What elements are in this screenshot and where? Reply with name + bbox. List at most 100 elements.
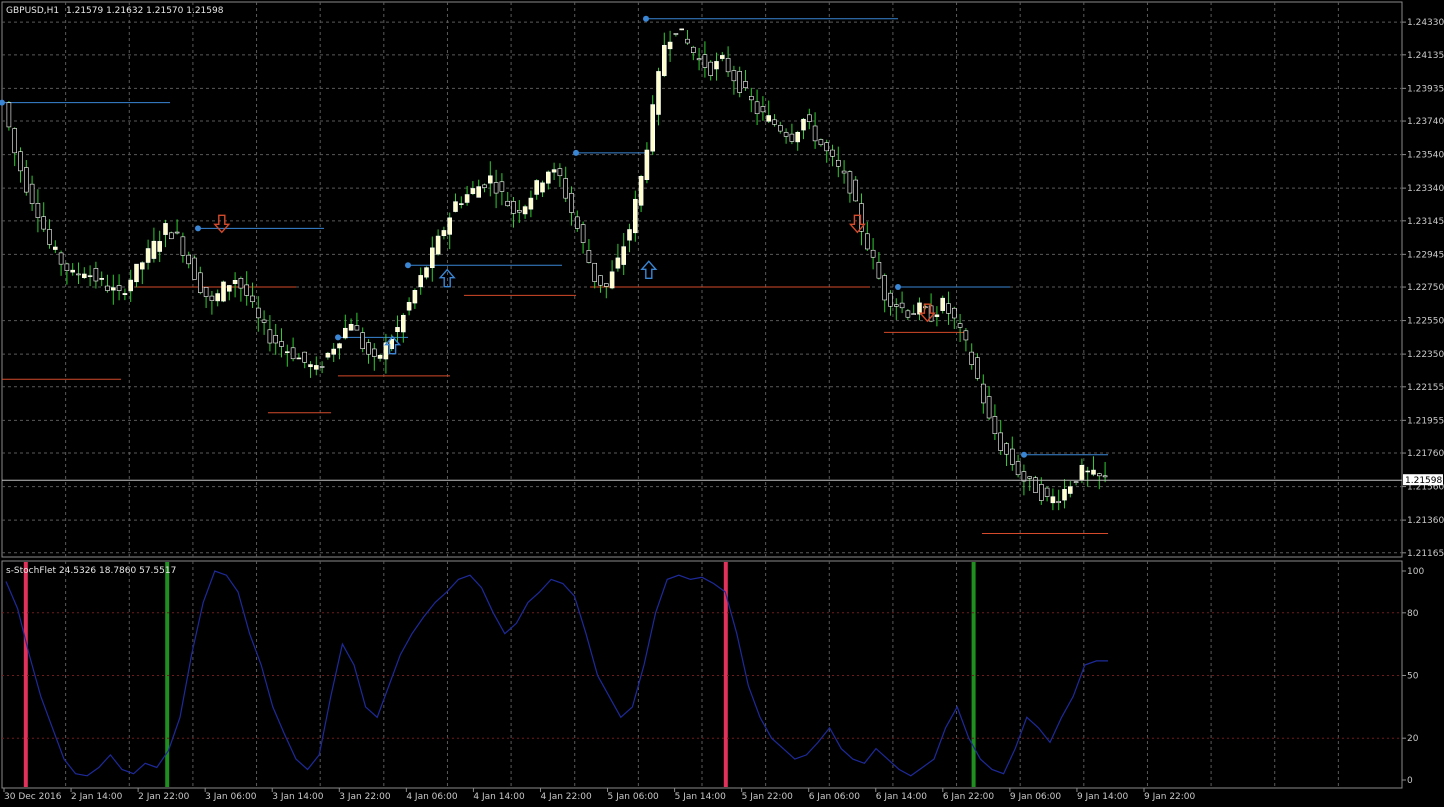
candle-body bbox=[58, 252, 64, 265]
candle-body bbox=[621, 246, 627, 265]
candle-body bbox=[1102, 475, 1108, 478]
candle-body bbox=[435, 235, 441, 255]
time-tick-label: 3 Jan 14:00 bbox=[272, 792, 324, 802]
candle-body bbox=[975, 357, 980, 379]
candle-body bbox=[145, 248, 151, 263]
candle-body bbox=[453, 201, 458, 212]
candle-body bbox=[864, 233, 870, 250]
candle-body bbox=[400, 314, 406, 333]
candle-body bbox=[679, 28, 685, 31]
price-tick-label: 1.21955 bbox=[1407, 416, 1444, 426]
candle-body bbox=[1056, 500, 1061, 504]
candle-body bbox=[632, 198, 638, 234]
candle-body bbox=[412, 290, 418, 304]
candle-body bbox=[41, 216, 47, 230]
candle-body bbox=[812, 125, 818, 142]
candle-body bbox=[656, 71, 661, 115]
candle-body bbox=[998, 432, 1004, 451]
candle-body bbox=[1097, 473, 1102, 477]
resistance-dot bbox=[405, 262, 411, 269]
candle-body bbox=[1027, 476, 1032, 479]
candle-body bbox=[638, 176, 644, 206]
candle-body bbox=[1050, 496, 1056, 504]
candle-body bbox=[12, 128, 17, 154]
candle-body bbox=[482, 184, 487, 188]
candle-body bbox=[203, 287, 209, 297]
candle-body bbox=[725, 58, 731, 73]
candle-body bbox=[157, 241, 162, 252]
candle-body bbox=[870, 249, 876, 258]
time-tick-label: 3 Jan 22:00 bbox=[339, 792, 391, 802]
candle-body bbox=[917, 302, 922, 315]
candle-body bbox=[853, 179, 859, 202]
candle-body bbox=[743, 81, 748, 89]
time-tick-label: 9 Jan 06:00 bbox=[1010, 792, 1062, 802]
candle-body bbox=[279, 341, 284, 347]
candle-body bbox=[690, 46, 696, 53]
candle-body bbox=[192, 257, 197, 280]
candle-body bbox=[696, 58, 702, 61]
indicator-tick-label: 0 bbox=[1407, 776, 1413, 786]
candle-body bbox=[766, 115, 772, 122]
candle-body bbox=[198, 272, 203, 293]
candle-body bbox=[777, 125, 783, 132]
price-tick-label: 1.21760 bbox=[1407, 449, 1444, 459]
price-tick-label: 1.23540 bbox=[1407, 151, 1444, 161]
current-price-label: 1.21598 bbox=[1405, 476, 1442, 486]
time-tick-label: 3 Jan 06:00 bbox=[205, 792, 257, 802]
candle-body bbox=[737, 71, 743, 93]
candle-body bbox=[592, 262, 598, 282]
candle-body bbox=[366, 342, 371, 355]
candle-body bbox=[760, 106, 766, 113]
candle-body bbox=[946, 303, 951, 314]
candle-body bbox=[783, 132, 789, 137]
price-tick-label: 1.22750 bbox=[1407, 283, 1444, 293]
candle-body bbox=[128, 279, 133, 292]
candle-body bbox=[551, 169, 557, 173]
price-tick-label: 1.21360 bbox=[1407, 516, 1444, 526]
candle-body bbox=[1009, 448, 1015, 465]
candle-body bbox=[586, 250, 592, 263]
candle-body bbox=[458, 203, 464, 205]
candle-body bbox=[487, 175, 493, 184]
candle-body bbox=[290, 347, 296, 360]
candle-body bbox=[569, 192, 574, 213]
candle-body bbox=[99, 278, 104, 280]
price-tick-label: 1.24330 bbox=[1407, 18, 1444, 28]
time-tick-label: 9 Jan 14:00 bbox=[1077, 792, 1129, 802]
candle-body bbox=[806, 114, 812, 122]
candle-body bbox=[250, 295, 255, 303]
price-tick-label: 1.23340 bbox=[1407, 184, 1444, 194]
candle-body bbox=[238, 277, 244, 289]
candle-body bbox=[818, 139, 824, 146]
signal-bar bbox=[23, 562, 28, 787]
candle-body bbox=[221, 281, 226, 302]
time-tick-label: 6 Jan 22:00 bbox=[943, 792, 995, 802]
price-tick-label: 1.22155 bbox=[1407, 383, 1444, 393]
candle-body bbox=[308, 364, 313, 368]
candle-body bbox=[348, 323, 354, 331]
candle-body bbox=[215, 293, 220, 302]
candle-body bbox=[180, 236, 186, 256]
candle-body bbox=[899, 302, 905, 309]
candle-body bbox=[609, 271, 615, 289]
candle-body bbox=[888, 292, 893, 307]
candle-body bbox=[464, 194, 470, 203]
candle-body bbox=[18, 151, 23, 172]
indicator-header: s-StochFlet 24.5326 18.7860 57.5517 bbox=[6, 566, 176, 576]
candle-body bbox=[876, 261, 882, 279]
candle-body bbox=[951, 307, 957, 319]
candle-body bbox=[87, 275, 93, 277]
candle-body bbox=[296, 357, 302, 360]
candle-body bbox=[830, 149, 835, 157]
candle-body bbox=[244, 284, 249, 296]
candle-body bbox=[93, 268, 99, 282]
candle-body bbox=[574, 216, 580, 229]
candle-body bbox=[1091, 469, 1096, 475]
candle-body bbox=[957, 323, 963, 328]
candle-body bbox=[371, 348, 377, 357]
indicator-tick-label: 80 bbox=[1407, 609, 1419, 619]
signal-bar bbox=[971, 562, 976, 787]
candle-body bbox=[1039, 484, 1044, 501]
candle-body bbox=[261, 319, 267, 323]
